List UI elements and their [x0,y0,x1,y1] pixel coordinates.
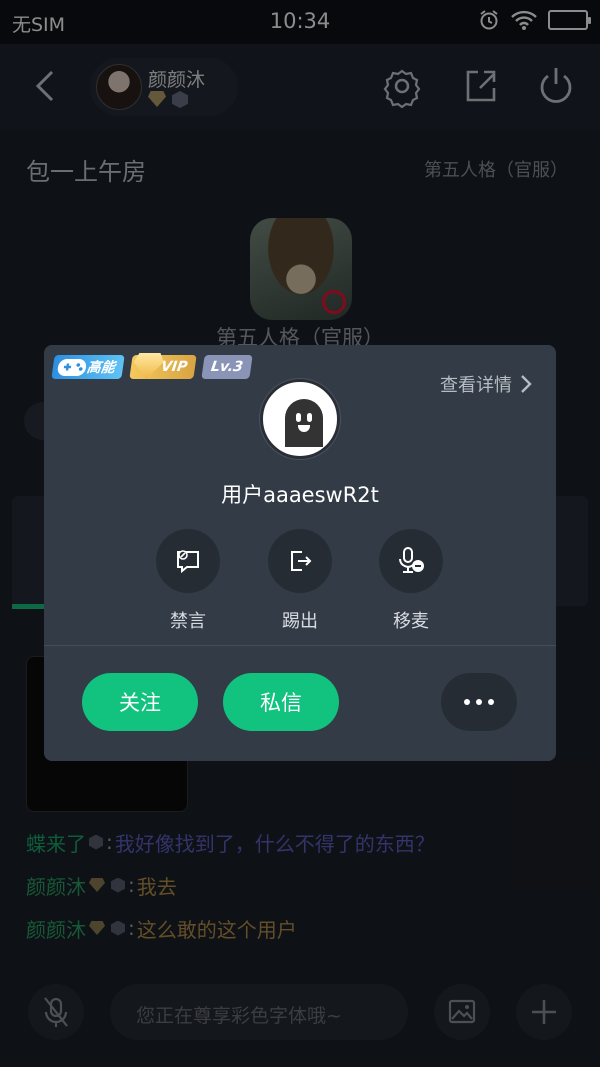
power-badge-label: 高能 [85,360,116,376]
kick-out-icon [291,551,312,571]
user-avatar[interactable] [260,379,340,459]
username: 用户aaaeswR2t [221,483,379,507]
vip-diamond-icon [131,353,165,379]
chevron-right-icon [521,375,532,393]
remove-mic-label: 移麦 [393,611,429,632]
mute-chat-icon [177,550,199,574]
view-details-label: 查看详情 [440,375,512,396]
mute-label: 禁言 [170,611,206,632]
vip-badge: VIP [129,355,197,379]
user-profile-card: 高能 VIP Lv.3 查看详情 用户aaaeswR2t 禁言 踢出 移麦 关注… [44,345,556,761]
power-badge: 高能 [51,355,125,379]
kick-out-label: 踢出 [282,611,318,632]
level-badge: Lv.3 [201,355,253,379]
ghost-avatar-icon [285,399,323,447]
mute-button[interactable]: 禁言 [156,529,222,633]
gamepad-icon [57,359,87,376]
more-icon [464,699,470,705]
private-message-button[interactable]: 私信 [223,673,339,731]
kick-out-button[interactable]: 踢出 [268,529,334,633]
follow-button[interactable]: 关注 [82,673,198,731]
more-button[interactable] [441,673,517,731]
view-details-link[interactable]: 查看详情 [440,371,532,397]
remove-mic-icon [399,547,424,573]
remove-mic-button[interactable]: 移麦 [379,529,445,633]
card-divider [44,645,556,646]
vip-badge-label: VIP [159,359,189,375]
